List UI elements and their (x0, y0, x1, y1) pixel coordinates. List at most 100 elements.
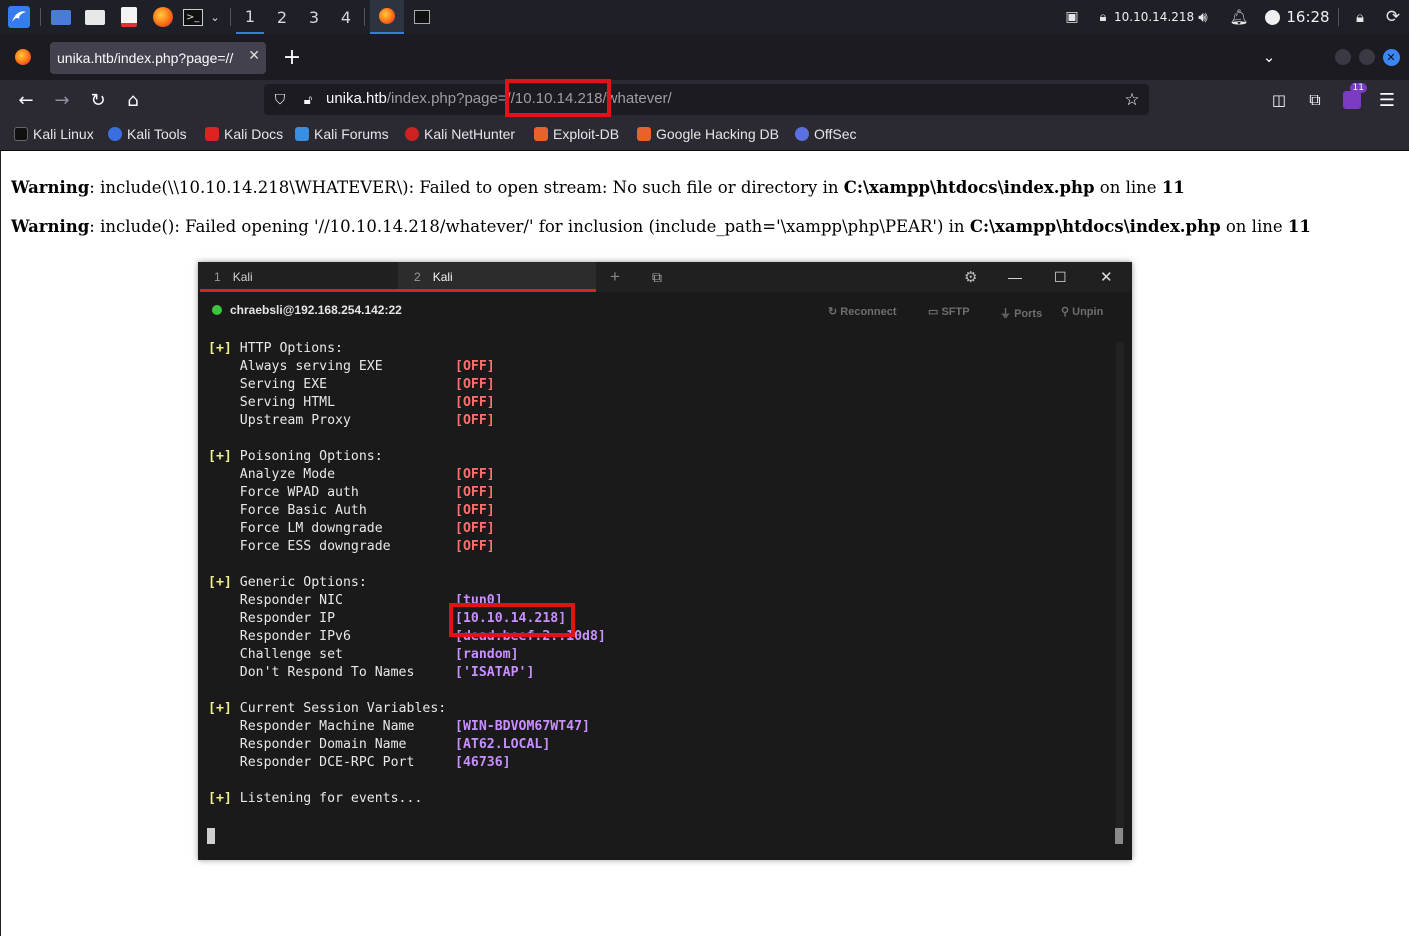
back-arrow-icon[interactable]: ← (14, 80, 38, 120)
connection-not-secure-icon[interactable]: 🔓︎ (298, 80, 318, 120)
logout-icon[interactable]: ⟳ (1382, 0, 1404, 34)
hamburger-menu-icon[interactable]: ☰ (1376, 80, 1398, 120)
option-label: Responder Machine Name (208, 719, 415, 734)
option-value: [WIN-BDVOM67WT47] (455, 719, 590, 734)
lock-screen-icon[interactable]: 🔒︎ (1350, 0, 1370, 34)
option-value: [OFF] (455, 521, 495, 536)
bookmark-star-icon[interactable]: ☆ (1122, 80, 1142, 120)
bookmark-kali-forums[interactable]: Kali Forums (295, 126, 389, 142)
volume-icon[interactable]: 🔊︎ (1192, 0, 1214, 34)
file-manager-icon[interactable] (82, 0, 108, 34)
terminal-scrollbar[interactable] (1116, 342, 1124, 842)
terminal-line: [+] Poisoning Options: (208, 448, 1108, 466)
reload-icon[interactable]: ↻ (86, 80, 110, 120)
maximize-window-button[interactable] (1358, 37, 1376, 77)
bookmark-kali-docs[interactable]: Kali Docs (205, 126, 283, 142)
offsec-icon (795, 127, 809, 141)
status-tag: [+] (208, 701, 232, 716)
option-value: [OFF] (455, 359, 495, 374)
notification-bell-icon[interactable]: 🔔︎ (1228, 0, 1250, 34)
show-desktop-icon[interactable] (48, 0, 74, 34)
bookmark-exploit-db[interactable]: Exploit-DB (534, 126, 619, 142)
option-label: Responder IPv6 (208, 629, 351, 644)
pocket-icon[interactable]: ◫ (1268, 80, 1290, 120)
list-all-tabs-chevron-icon[interactable]: ⌄ (1258, 37, 1280, 77)
reconnect-button[interactable]: ↻ Reconnect (828, 305, 897, 318)
unpin-button[interactable]: ⚲ Unpin (1061, 305, 1103, 318)
bookmark-kali-linux[interactable]: Kali Linux (14, 126, 94, 142)
terminal-tab-2[interactable]: 2 Kali (398, 262, 596, 292)
extension-icon[interactable]: 11 (1340, 80, 1367, 120)
option-label: Don't Respond To Names (208, 665, 415, 680)
option-label: Force WPAD auth (208, 485, 359, 500)
option-label: Challenge set (208, 647, 343, 662)
address-bar[interactable]: ⛉ 🔓︎ unika.htb/index.php?page=//10.10.14… (264, 84, 1149, 115)
ports-button[interactable]: ⏚ Ports (1000, 305, 1042, 321)
kali-menu-button[interactable] (4, 0, 34, 34)
terminal-maximize-icon[interactable]: ☐ (1054, 262, 1070, 292)
chevron-down-icon[interactable]: ⌄ (206, 0, 224, 34)
close-tab-icon[interactable]: ✕ (248, 48, 260, 64)
new-tab-icon[interactable]: + (280, 37, 304, 77)
browser-tab-bar: unika.htb/index.php?page=// ✕ + ⌄ ✕ (0, 34, 1409, 80)
terminal-scroll-thumb[interactable] (1115, 828, 1123, 844)
bookmark-offsec[interactable]: OffSec (795, 126, 857, 142)
connected-dot-icon (212, 305, 222, 315)
terminal-line: Serving HTML [OFF] (208, 394, 1108, 412)
terminal-launcher-icon[interactable]: >_ (180, 0, 206, 34)
terminal-line: Upstream Proxy [OFF] (208, 412, 1108, 430)
terminal-line: [+] Current Session Variables: (208, 700, 1108, 718)
browser-tab-active[interactable]: unika.htb/index.php?page=// ✕ (50, 42, 266, 74)
terminal-line: [+] Listening for events... (208, 790, 1108, 808)
bookmark-google-hacking-db[interactable]: Google Hacking DB (637, 126, 779, 142)
url-path-prefix: /index.php?page= (386, 90, 507, 107)
workspace-4[interactable]: 4 (332, 0, 360, 34)
option-label: Upstream Proxy (208, 413, 351, 428)
minimize-window-button[interactable] (1334, 37, 1352, 77)
firefox-launcher-icon[interactable] (150, 0, 176, 34)
option-value: [OFF] (455, 377, 495, 392)
option-value: ['ISATAP'] (455, 665, 535, 680)
pin-icon: ⚲ (1061, 306, 1073, 318)
terminal-output[interactable]: [+] HTTP Options: Always serving EXE [OFF… (208, 340, 1108, 808)
clock[interactable]: 16:28 (1286, 0, 1330, 34)
workspace-1[interactable]: 1 (236, 0, 264, 34)
terminal-window-button[interactable] (410, 0, 434, 34)
tracking-shield-icon[interactable]: ⛉ (270, 80, 290, 120)
workspace-3[interactable]: 3 (300, 0, 328, 34)
power-manager-icon[interactable] (1262, 0, 1282, 34)
close-window-button[interactable]: ✕ (1382, 37, 1400, 77)
kali-dragon-icon (8, 6, 30, 28)
tab-title: unika.htb/index.php?page=// (57, 50, 234, 66)
text-editor-icon[interactable] (116, 0, 142, 34)
settings-gear-icon[interactable]: ⚙ (964, 262, 982, 292)
tab-switcher-icon[interactable]: ⧉ (652, 262, 670, 292)
terminal-line: Analyze Mode [OFF] (208, 466, 1108, 484)
home-icon[interactable]: ⌂ (121, 80, 145, 120)
folder-icon: ▭ (928, 306, 942, 318)
forward-arrow-icon[interactable]: → (50, 80, 74, 120)
firefox-view-icon[interactable] (8, 37, 38, 77)
option-label: Responder DCE-RPC Port (208, 755, 415, 770)
terminal-line: Responder IP [10.10.14.218] (208, 610, 1108, 628)
option-label: HTTP Options: (231, 341, 343, 356)
workspace-2[interactable]: 2 (268, 0, 296, 34)
system-taskbar: >_ ⌄ 1 2 3 4 ▣ 🔒︎ 10.10.14.218 🔊︎ 🔔︎ 16:… (0, 0, 1409, 34)
terminal-minimize-icon[interactable]: — (1008, 262, 1024, 292)
terminal-line: Challenge set [random] (208, 646, 1108, 664)
status-tag: [+] (208, 791, 232, 806)
terminal-tab-1[interactable]: 1 Kali (198, 262, 398, 292)
bookmark-kali-tools[interactable]: Kali Tools (108, 126, 187, 142)
firefox-window-button[interactable] (370, 0, 404, 34)
new-terminal-tab-icon[interactable]: + (610, 262, 630, 292)
bookmark-kali-nethunter[interactable]: Kali NetHunter (405, 126, 515, 142)
option-value: [OFF] (455, 413, 495, 428)
terminal-close-icon[interactable]: ✕ (1100, 262, 1116, 292)
sftp-button[interactable]: ▭ SFTP (928, 305, 970, 318)
extensions-puzzle-icon[interactable]: ⧉ (1304, 80, 1326, 120)
network-monitor-icon[interactable]: ▣ (1062, 0, 1082, 34)
kali-tools-icon (108, 127, 122, 141)
url-host: unika.htb (326, 90, 387, 107)
option-label: Force LM downgrade (208, 521, 383, 536)
